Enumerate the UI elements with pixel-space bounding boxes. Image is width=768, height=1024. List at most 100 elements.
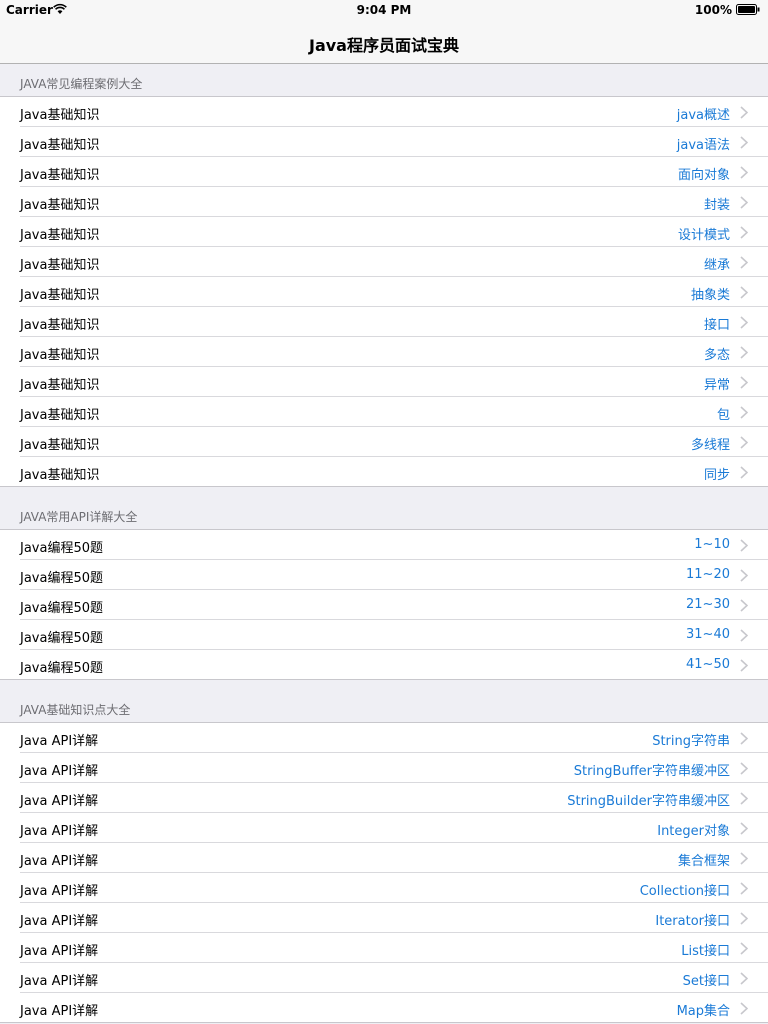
- table-row[interactable]: Java API详解 Map集合: [0, 993, 768, 1023]
- row-title: Java API详解: [20, 734, 99, 749]
- row-title: Java基础知识: [20, 198, 100, 213]
- chevron-right-icon: [740, 972, 748, 985]
- table-row[interactable]: Java基础知识 面向对象: [0, 157, 768, 187]
- row-title: Java编程50题: [20, 631, 104, 646]
- battery-percent: 100%: [694, 3, 732, 17]
- table-row[interactable]: Java编程50题 1~10: [0, 530, 768, 560]
- table-row[interactable]: Java基础知识 抽象类: [0, 277, 768, 307]
- battery-icon: [736, 4, 760, 15]
- row-title: Java基础知识: [20, 408, 100, 423]
- row-detail: Integer对象: [657, 824, 730, 839]
- table-row[interactable]: Java基础知识 java语法: [0, 127, 768, 157]
- table-row[interactable]: Java编程50题 11~20: [0, 560, 768, 590]
- chevron-right-icon: [740, 166, 748, 179]
- row-detail: 抽象类: [690, 288, 730, 303]
- chevron-right-icon: [740, 599, 748, 612]
- chevron-right-icon: [740, 539, 748, 552]
- chevron-right-icon: [740, 436, 748, 449]
- row-detail: 同步: [703, 468, 730, 483]
- row-detail: 11~20: [686, 567, 730, 582]
- table-view[interactable]: JAVA常见编程案例大全 Java基础知识 java概述 Java基础知识 java语法…: [0, 64, 768, 1024]
- chevron-right-icon: [740, 762, 748, 775]
- row-detail: 多线程: [690, 438, 730, 453]
- table-row[interactable]: Java API详解 Integer对象: [0, 813, 768, 843]
- table-row[interactable]: Java基础知识 设计模式: [0, 217, 768, 247]
- row-title: Java基础知识: [20, 228, 100, 243]
- table-row[interactable]: Java API详解 集合框架: [0, 843, 768, 873]
- chevron-right-icon: [740, 106, 748, 119]
- chevron-right-icon: [740, 882, 748, 895]
- chevron-right-icon: [740, 316, 748, 329]
- table-row[interactable]: Java API详解 Iterator接口: [0, 903, 768, 933]
- page-title: Java程序员面试宝典: [309, 36, 459, 55]
- table-row[interactable]: Java基础知识 多线程: [0, 427, 768, 457]
- table-row[interactable]: Java基础知识 同步: [0, 457, 768, 487]
- table-row[interactable]: Java基础知识 多态: [0, 337, 768, 367]
- row-title: Java基础知识: [20, 348, 100, 363]
- chevron-right-icon: [740, 286, 748, 299]
- row-title: Java基础知识: [20, 138, 100, 153]
- row-title: Java编程50题: [20, 661, 104, 676]
- section-header: JAVA常见编程案例大全: [0, 64, 768, 97]
- row-detail: 41~50: [686, 657, 730, 672]
- navigation-bar: Java程序员面试宝典: [0, 20, 768, 64]
- row-title: Java API详解: [20, 824, 99, 839]
- row-detail: StringBuilder字符串缓冲区: [567, 794, 730, 809]
- table-row[interactable]: Java基础知识 异常: [0, 367, 768, 397]
- table-row[interactable]: Java基础知识 接口: [0, 307, 768, 337]
- row-detail: 包: [716, 408, 730, 423]
- row-title: Java API详解: [20, 914, 99, 929]
- chevron-right-icon: [740, 792, 748, 805]
- row-detail: Iterator接口: [655, 914, 730, 929]
- chevron-right-icon: [740, 852, 748, 865]
- row-title: Java API详解: [20, 884, 99, 899]
- row-detail: java概述: [676, 108, 730, 123]
- row-title: Java基础知识: [20, 378, 100, 393]
- chevron-right-icon: [740, 346, 748, 359]
- row-title: Java基础知识: [20, 438, 100, 453]
- table-row[interactable]: Java基础知识 java概述: [0, 97, 768, 127]
- row-title: Java基础知识: [20, 258, 100, 273]
- table-row[interactable]: Java API详解 String字符串: [0, 723, 768, 753]
- table-row[interactable]: Java编程50题 31~40: [0, 620, 768, 650]
- status-bar: Carrier 9:04 PM 100%: [0, 0, 768, 20]
- row-detail: 31~40: [686, 627, 730, 642]
- chevron-right-icon: [740, 1002, 748, 1015]
- chevron-right-icon: [740, 732, 748, 745]
- chevron-right-icon: [740, 569, 748, 582]
- row-title: Java基础知识: [20, 288, 100, 303]
- chevron-right-icon: [740, 196, 748, 209]
- row-detail: 1~10: [694, 537, 730, 552]
- row-detail: 继承: [703, 258, 730, 273]
- table-row[interactable]: Java API详解 Set接口: [0, 963, 768, 993]
- row-title: Java API详解: [20, 1004, 99, 1019]
- table-row[interactable]: Java编程50题 41~50: [0, 650, 768, 680]
- chevron-right-icon: [740, 256, 748, 269]
- chevron-right-icon: [740, 406, 748, 419]
- row-title: Java API详解: [20, 974, 99, 989]
- row-title: Java基础知识: [20, 108, 100, 123]
- row-title: Java编程50题: [20, 541, 104, 556]
- row-title: Java基础知识: [20, 468, 100, 483]
- row-detail: List接口: [681, 944, 730, 959]
- chevron-right-icon: [740, 942, 748, 955]
- section-header: JAVA常用API详解大全: [0, 497, 768, 530]
- table-row[interactable]: Java API详解 Collection接口: [0, 873, 768, 903]
- table-row[interactable]: Java基础知识 封装: [0, 187, 768, 217]
- table-row[interactable]: Java API详解 List接口: [0, 933, 768, 963]
- chevron-right-icon: [740, 659, 748, 672]
- chevron-right-icon: [740, 376, 748, 389]
- row-detail: 集合框架: [677, 854, 730, 869]
- table-row[interactable]: Java编程50题 21~30: [0, 590, 768, 620]
- row-detail: Set接口: [682, 974, 730, 989]
- table-row[interactable]: Java API详解 StringBuffer字符串缓冲区: [0, 753, 768, 783]
- row-detail: java语法: [676, 138, 730, 153]
- row-detail: Map集合: [676, 1004, 730, 1019]
- table-row[interactable]: Java基础知识 包: [0, 397, 768, 427]
- row-detail: 21~30: [686, 597, 730, 612]
- table-row[interactable]: Java API详解 StringBuilder字符串缓冲区: [0, 783, 768, 813]
- table-row[interactable]: Java基础知识 继承: [0, 247, 768, 277]
- row-detail: String字符串: [652, 734, 730, 749]
